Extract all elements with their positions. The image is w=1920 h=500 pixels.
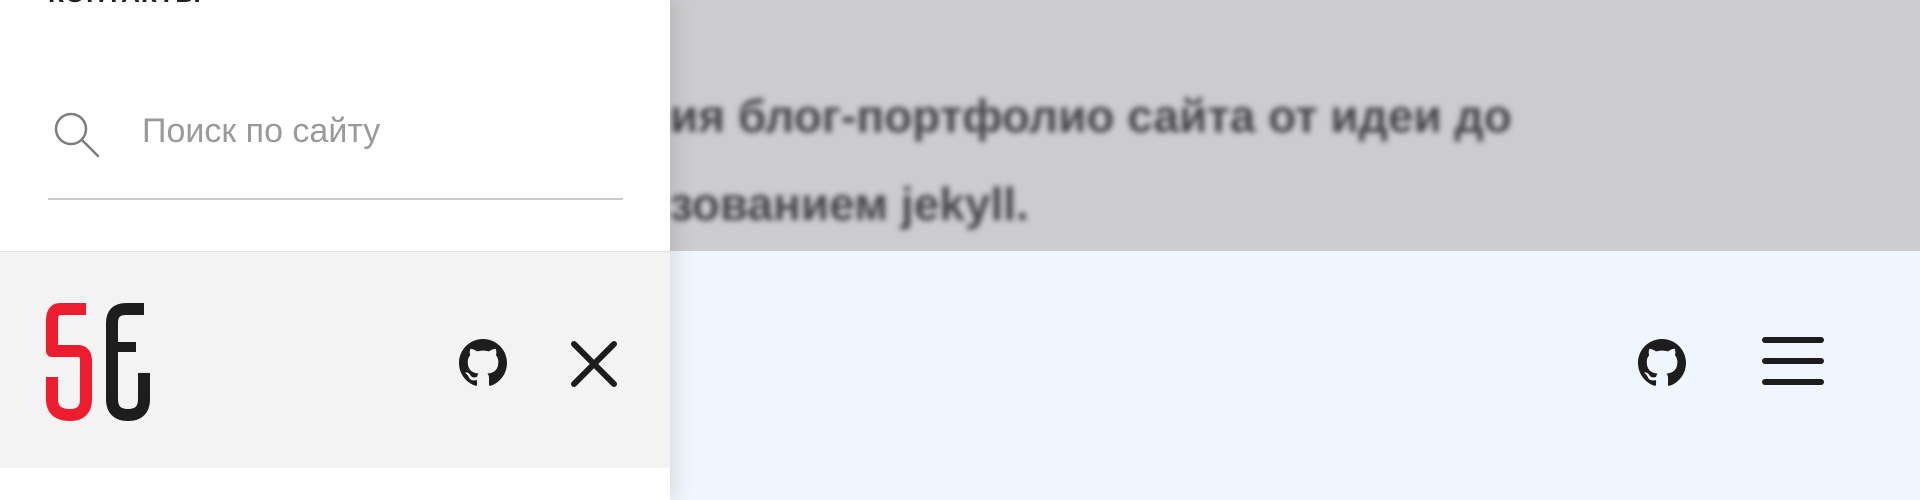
close-icon[interactable]: [566, 336, 622, 392]
search-icon: [54, 112, 100, 158]
search-field[interactable]: [48, 92, 623, 200]
side-panel: КОНТАКТЫ: [0, 0, 670, 500]
github-icon: [459, 339, 507, 386]
github-icon: [1638, 339, 1686, 386]
menu-bar: [1762, 337, 1824, 343]
menu-bar: [1762, 358, 1824, 364]
panel-heading: КОНТАКТЫ: [48, 0, 202, 9]
header-github-link[interactable]: [1637, 338, 1687, 388]
search-input[interactable]: [142, 106, 612, 156]
panel-menu-area: [0, 468, 670, 500]
menu-bar: [1762, 379, 1824, 385]
hamburger-menu-button[interactable]: [1762, 336, 1824, 386]
panel-github-link[interactable]: [458, 338, 508, 388]
sf-logo-icon[interactable]: [46, 299, 150, 421]
